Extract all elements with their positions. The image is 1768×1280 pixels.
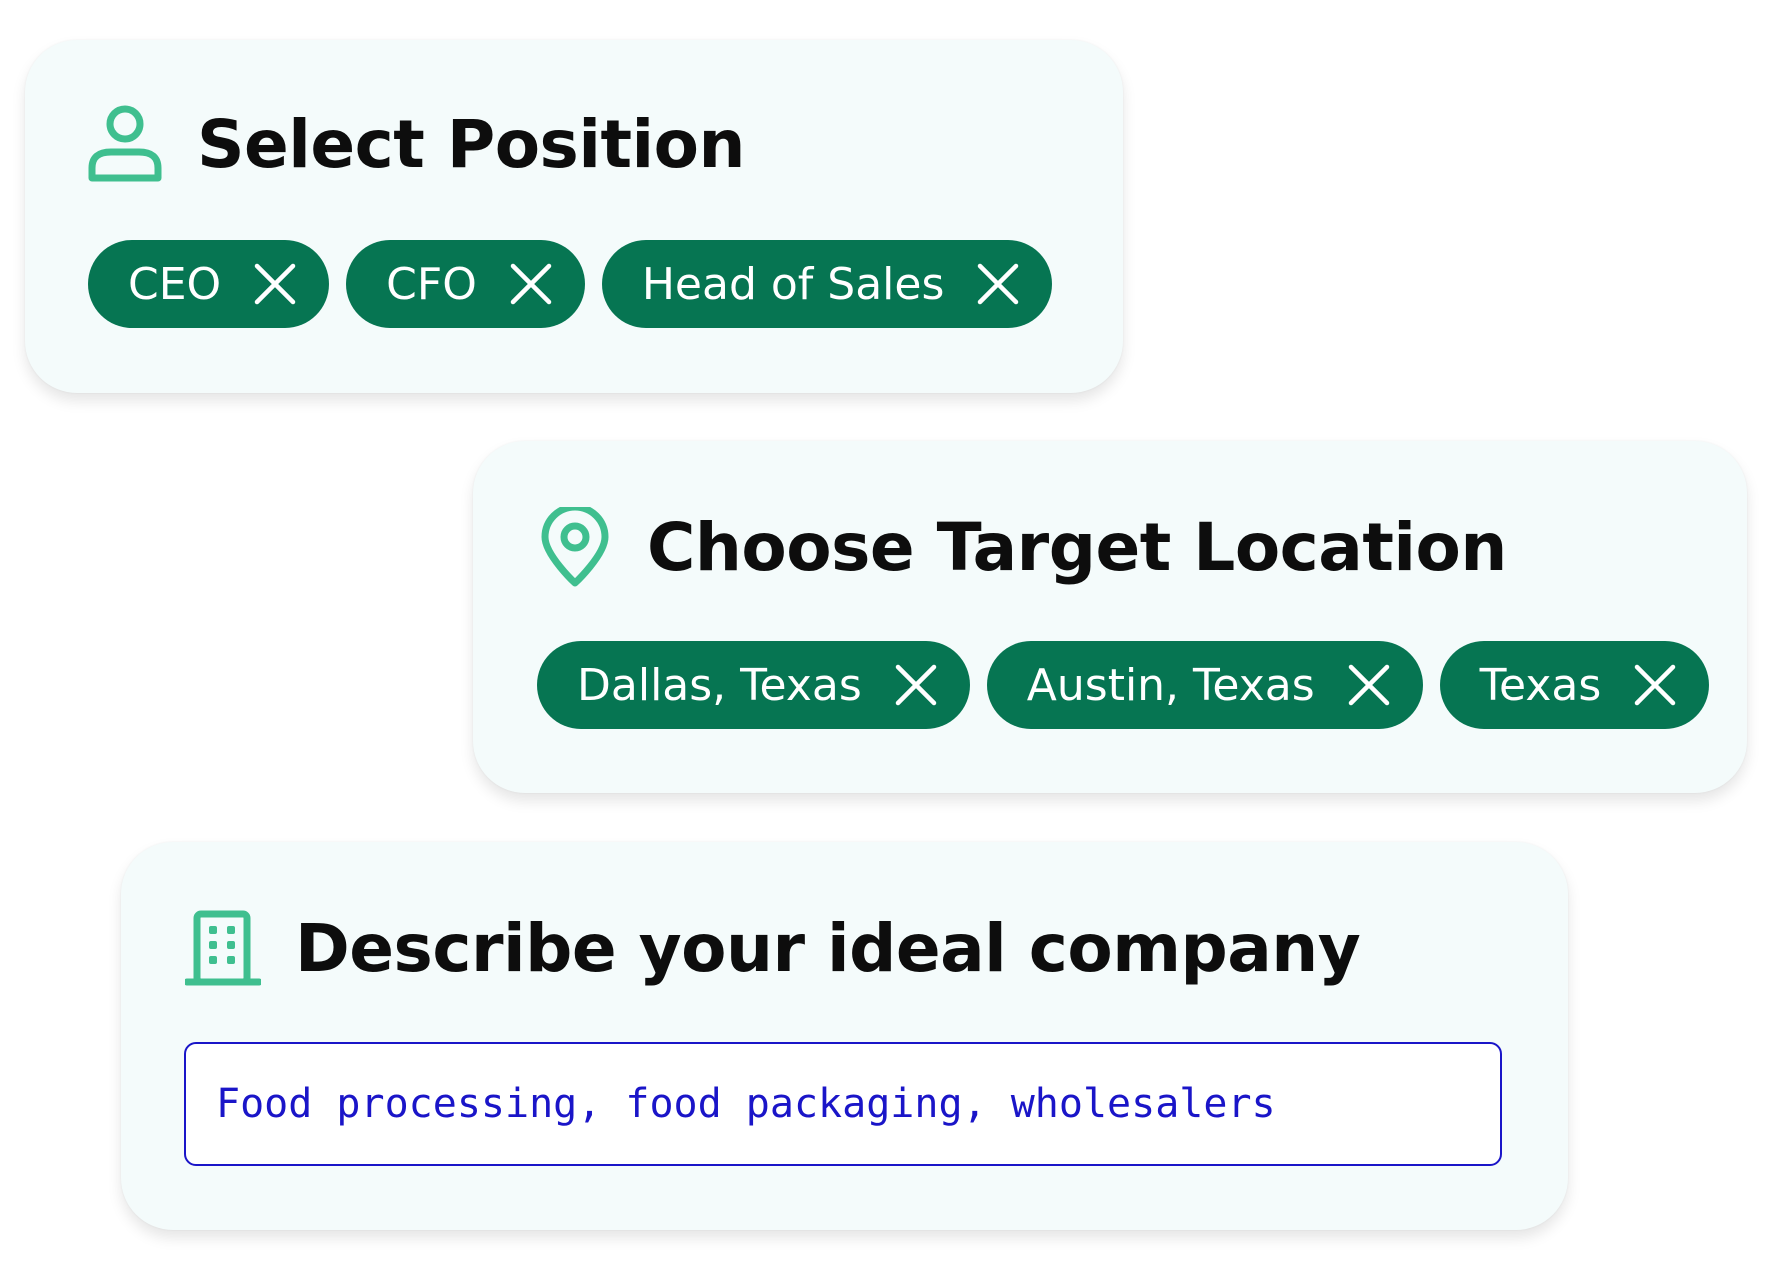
close-icon[interactable] [970, 256, 1026, 312]
position-chip[interactable]: CFO [346, 240, 585, 328]
close-icon[interactable] [247, 256, 303, 312]
target-location-card: Choose Target Location Dallas, Texas Aus… [473, 441, 1747, 793]
chip-label: CEO [128, 258, 222, 310]
user-icon [87, 104, 163, 184]
company-description-value: Food processing, food packaging, wholesa… [216, 1081, 1276, 1127]
position-chip-list: CEO CFO Head of Sales [88, 240, 1053, 328]
location-chip[interactable]: Dallas, Texas [537, 641, 970, 729]
building-icon [185, 908, 261, 988]
map-pin-icon [537, 507, 613, 587]
select-position-header: Select Position [87, 104, 745, 184]
select-position-title: Select Position [197, 105, 745, 183]
chip-label: Head of Sales [641, 258, 945, 310]
location-chip[interactable]: Texas [1439, 641, 1710, 729]
close-icon[interactable] [1627, 657, 1683, 713]
position-chip[interactable]: Head of Sales [601, 240, 1053, 328]
ideal-company-card: Describe your ideal company Food process… [121, 842, 1568, 1230]
close-icon[interactable] [1341, 657, 1397, 713]
location-chip[interactable]: Austin, Texas [986, 641, 1423, 729]
close-icon[interactable] [503, 256, 559, 312]
location-chip-list: Dallas, Texas Austin, Texas Texas [537, 641, 1710, 729]
target-location-title: Choose Target Location [647, 508, 1507, 586]
company-description-input[interactable]: Food processing, food packaging, wholesa… [184, 1042, 1502, 1166]
close-icon[interactable] [888, 657, 944, 713]
chip-label: Austin, Texas [1026, 659, 1315, 711]
chip-label: Dallas, Texas [577, 659, 862, 711]
select-position-card: Select Position CEO CFO Head of Sales [25, 40, 1123, 393]
chip-label: Texas [1479, 659, 1602, 711]
chip-label: CFO [386, 258, 477, 310]
position-chip[interactable]: CEO [88, 240, 330, 328]
ideal-company-title: Describe your ideal company [295, 909, 1361, 987]
ideal-company-header: Describe your ideal company [185, 908, 1361, 988]
target-location-header: Choose Target Location [537, 507, 1507, 587]
